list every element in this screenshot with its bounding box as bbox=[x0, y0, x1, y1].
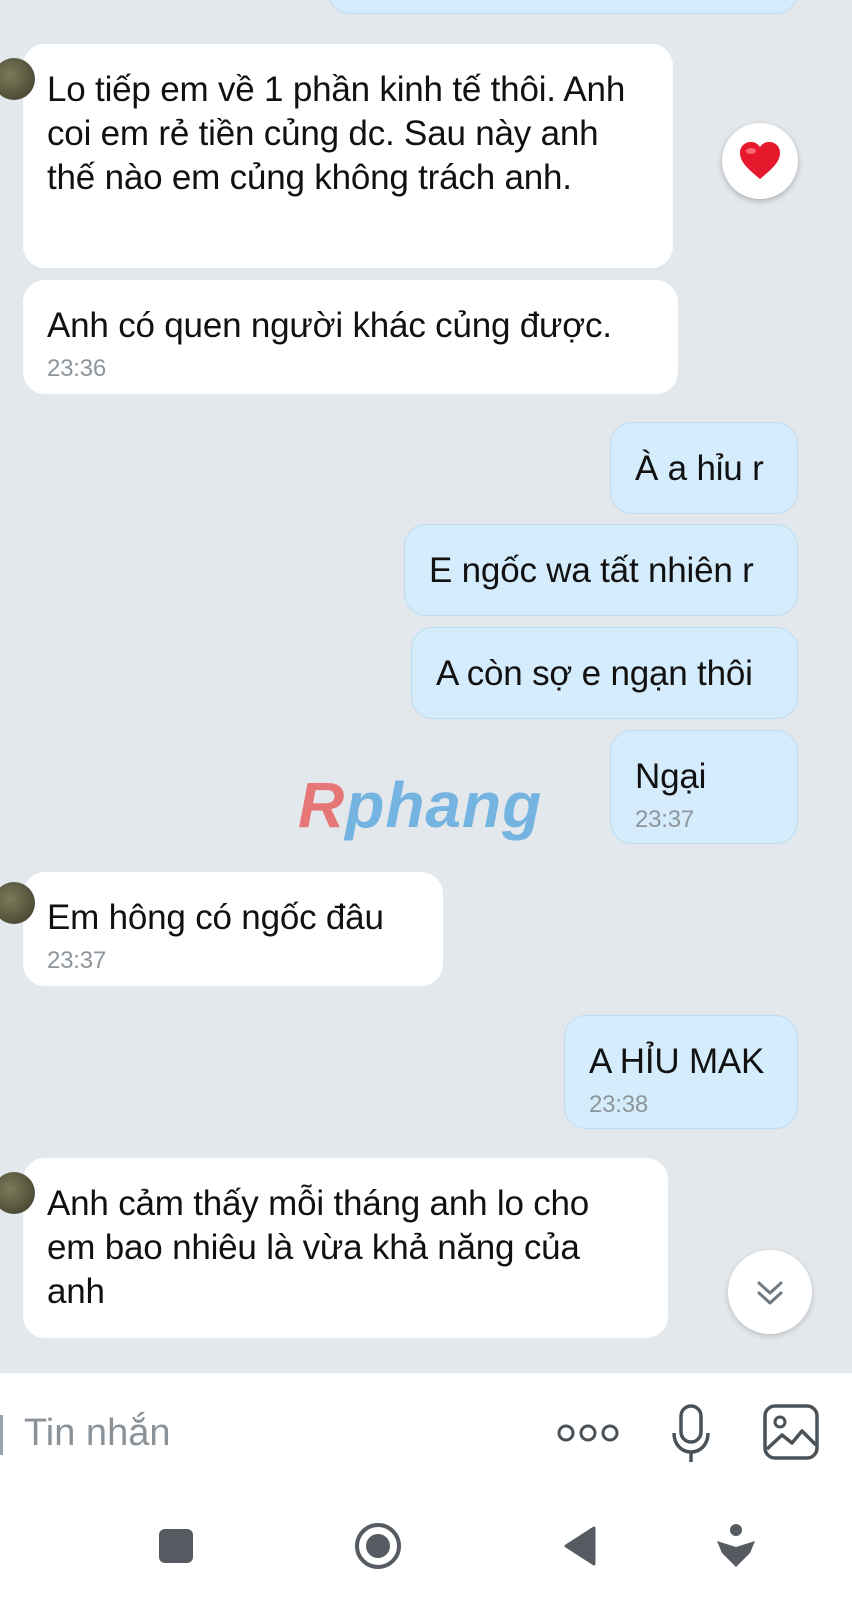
microphone-button[interactable] bbox=[668, 1403, 714, 1465]
microphone-icon bbox=[672, 1404, 710, 1462]
message-text: A HỈU MAK bbox=[589, 1042, 765, 1081]
outgoing-message[interactable]: A còn sợ e ngạn thôi bbox=[411, 627, 798, 719]
message-text: Lo tiếp em về 1 phần kinh tế thôi. Anh c… bbox=[47, 70, 626, 197]
message-time: 23:38 bbox=[589, 1091, 649, 1118]
message-text: A còn sợ e ngạn thôi bbox=[436, 654, 753, 693]
message-text: Anh có quen người khác củng được. bbox=[47, 306, 612, 345]
incoming-message[interactable]: Anh có quen người khác củng được. 23:36 bbox=[23, 280, 678, 394]
recent-apps-icon bbox=[159, 1529, 193, 1563]
assistant-button[interactable] bbox=[706, 1516, 766, 1576]
outgoing-message[interactable]: À a hỉu r bbox=[610, 422, 798, 514]
more-button[interactable] bbox=[556, 1417, 620, 1449]
message-composer: Tin nhắn bbox=[0, 1372, 852, 1493]
heart-icon bbox=[740, 142, 780, 179]
outgoing-message[interactable]: Ngại 23:37 bbox=[610, 730, 798, 844]
message-time: 23:37 bbox=[47, 947, 107, 974]
message-text: Ngại bbox=[635, 757, 707, 796]
message-text: Em hông có ngốc đâu bbox=[47, 898, 384, 937]
incoming-message[interactable]: Em hông có ngốc đâu 23:37 bbox=[0, 872, 443, 986]
partial-outgoing-bubble bbox=[328, 0, 798, 14]
image-icon bbox=[763, 1404, 819, 1460]
home-icon bbox=[355, 1523, 401, 1569]
home-button[interactable] bbox=[348, 1516, 408, 1576]
reaction-button[interactable] bbox=[722, 123, 798, 199]
outgoing-message[interactable]: A HỈU MAK 23:38 bbox=[564, 1015, 798, 1129]
message-time: 23:37 bbox=[635, 806, 695, 833]
scroll-down-icon bbox=[757, 1281, 783, 1305]
message-text: E ngốc wa tất nhiên r bbox=[429, 551, 754, 590]
system-navigation-bar bbox=[0, 1492, 852, 1600]
assistant-icon bbox=[717, 1524, 755, 1567]
image-button[interactable] bbox=[762, 1403, 820, 1461]
sender-avatar[interactable] bbox=[0, 882, 35, 924]
outgoing-message[interactable]: E ngốc wa tất nhiên r bbox=[404, 524, 798, 616]
back-icon bbox=[564, 1526, 596, 1566]
message-time: 23:36 bbox=[47, 355, 107, 382]
message-text: À a hỉu r bbox=[635, 449, 764, 488]
message-input[interactable]: Tin nhắn bbox=[24, 1403, 170, 1463]
incoming-message[interactable]: Anh cảm thấy mỗi tháng anh lo cho em bao… bbox=[0, 1158, 668, 1338]
scroll-down-button[interactable] bbox=[728, 1250, 812, 1334]
incoming-message[interactable]: Lo tiếp em về 1 phần kinh tế thôi. Anh c… bbox=[0, 44, 673, 268]
back-button[interactable] bbox=[550, 1516, 610, 1576]
sender-avatar[interactable] bbox=[0, 58, 35, 100]
watermark-logo: Rphang bbox=[298, 769, 543, 841]
text-cursor bbox=[0, 1415, 3, 1455]
more-icon bbox=[557, 1424, 619, 1442]
recent-apps-button[interactable] bbox=[146, 1516, 206, 1576]
message-text: Anh cảm thấy mỗi tháng anh lo cho em bao… bbox=[47, 1184, 590, 1311]
sender-avatar[interactable] bbox=[0, 1172, 35, 1214]
